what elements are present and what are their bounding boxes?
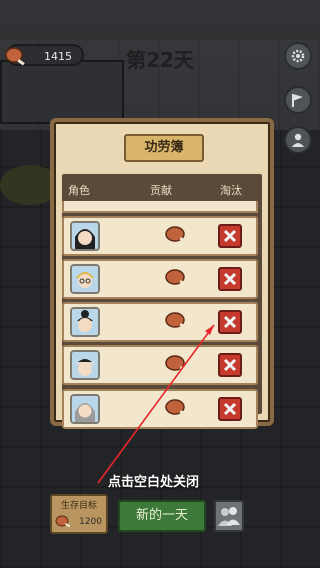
drumstick-icon <box>55 514 71 533</box>
close-hint: 点击空白处关闭 <box>108 475 200 490</box>
survival-goal-card: 生存目标 1200 <box>50 494 108 534</box>
goal-label: 生存目标 <box>60 501 97 511</box>
people-icon <box>218 507 240 526</box>
goal-value: 1200 <box>79 517 102 527</box>
characters-button[interactable] <box>214 500 244 532</box>
new-day-button[interactable]: 新的一天 <box>118 500 206 532</box>
